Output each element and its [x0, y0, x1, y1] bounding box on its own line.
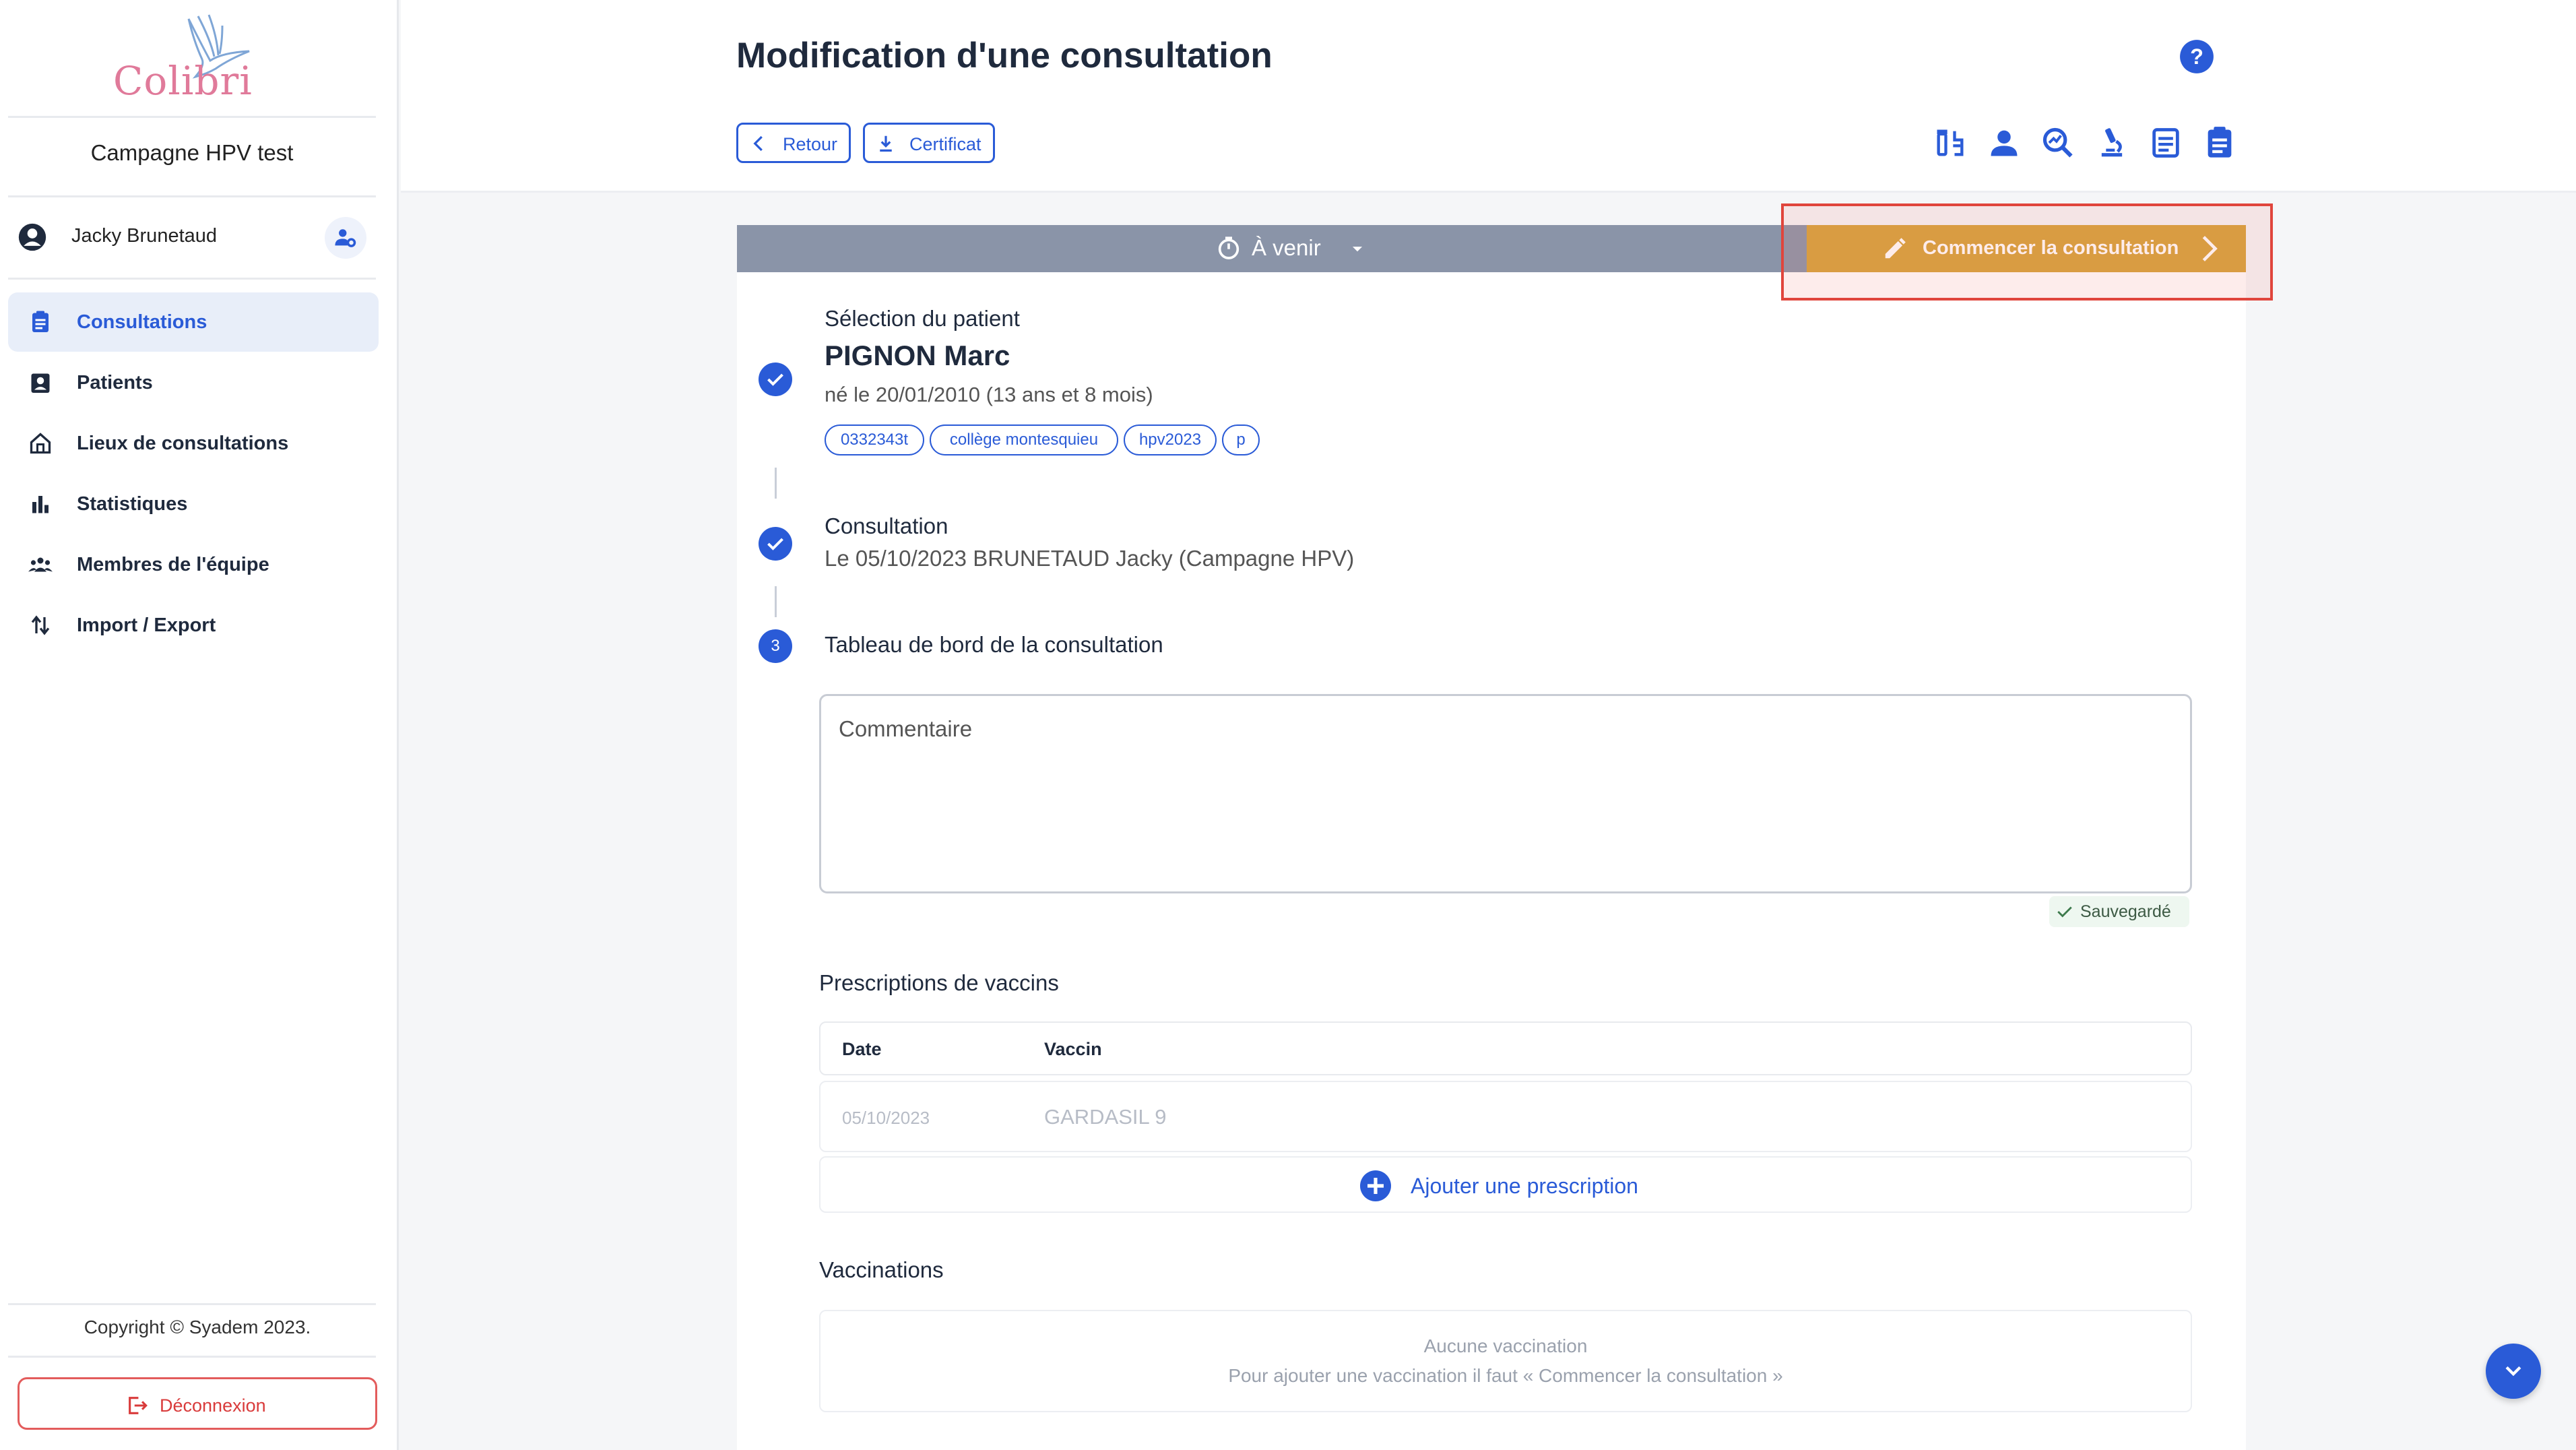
step-connector — [775, 586, 777, 617]
sidebar-item-label: Patients — [77, 372, 153, 393]
dashboard-step-title: Tableau de bord de la consultation — [825, 632, 1163, 657]
step-number: 3 — [771, 637, 780, 655]
sidebar-item-patients[interactable]: Patients — [8, 353, 379, 412]
document-icon[interactable] — [2148, 125, 2183, 160]
sidebar-item-import-export[interactable]: Import / Export — [8, 596, 379, 655]
consultation-detail: Le 05/10/2023 BRUNETAUD Jacky (Campagne … — [825, 546, 1355, 571]
column-date: Date — [842, 1039, 882, 1059]
step-number-badge: 3 — [759, 629, 792, 663]
team-icon — [28, 557, 53, 572]
search-analytics-icon[interactable] — [2040, 125, 2075, 160]
patient-birth: né le 20/01/2010 (13 ans et 8 mois) — [825, 383, 1153, 406]
sidebar: Colibri Campagne HPV test Jacky Brunetau… — [0, 0, 399, 1450]
sidebar-item-label: Membres de l'équipe — [77, 554, 269, 575]
add-prescription-label: Ajouter une prescription — [1411, 1174, 1638, 1198]
certificate-button[interactable]: Certificat — [863, 123, 995, 163]
add-circle-icon — [1360, 1170, 1391, 1201]
patient-tag: p — [1222, 424, 1260, 455]
comment-textarea[interactable]: Commentaire — [819, 694, 2192, 893]
certificate-label: Certificat — [909, 134, 981, 154]
vaccine-icon[interactable] — [1933, 125, 1968, 160]
patient-tag: 0332343t — [825, 424, 924, 455]
user-row: Jacky Brunetaud — [18, 217, 368, 259]
sidebar-item-consultations[interactable]: Consultations — [8, 292, 379, 352]
user-gear-icon — [335, 229, 356, 247]
prescription-vaccine: GARDASIL 9 — [1044, 1105, 1167, 1129]
campaign-name: Campagne HPV test — [90, 140, 294, 165]
svg-text:?: ? — [2190, 44, 2203, 69]
step-completed-badge — [759, 362, 792, 396]
sidebar-item-label: Statistiques — [77, 493, 188, 515]
logout-icon — [129, 1397, 148, 1414]
chevron-down-icon — [2505, 1366, 2521, 1377]
consultation-step-title: Consultation — [825, 513, 948, 538]
saved-badge: Sauvegardé — [2049, 896, 2189, 927]
divider — [8, 116, 376, 118]
colibri-logo[interactable]: Colibri — [108, 12, 269, 106]
step-completed-badge — [759, 527, 792, 561]
sidebar-item-statistiques[interactable]: Statistiques — [8, 474, 379, 534]
chevron-left-icon — [753, 135, 763, 152]
patient-tag: hpv2023 — [1124, 424, 1217, 455]
status-selector[interactable]: À venir — [737, 225, 1807, 272]
clipboard-icon — [32, 311, 49, 332]
patient-step-title: Sélection du patient — [825, 306, 1020, 331]
user-name: Jacky Brunetaud — [71, 225, 218, 247]
back-label: Retour — [783, 134, 838, 154]
check-icon — [2057, 906, 2072, 918]
consultation-card: À venir Commencer la consultation Sélect… — [737, 225, 2246, 1450]
patient-tag: collège montesquieu — [930, 424, 1118, 455]
divider — [8, 278, 376, 280]
sidebar-item-label: Import / Export — [77, 614, 216, 636]
logo-text: Colibri — [113, 58, 253, 104]
status-label: À venir — [1252, 235, 1321, 260]
prescription-date: 05/10/2023 — [842, 1108, 930, 1128]
timer-icon — [1218, 237, 1239, 259]
logout-button[interactable]: Déconnexion — [18, 1377, 377, 1430]
vaccinations-title: Vaccinations — [819, 1257, 944, 1282]
saved-label: Sauvegardé — [2080, 902, 2171, 921]
column-vaccine: Vaccin — [1044, 1039, 1102, 1059]
divider — [8, 1356, 376, 1358]
add-prescription-button[interactable]: Ajouter une prescription — [819, 1156, 2192, 1213]
check-icon — [767, 373, 783, 386]
back-button[interactable]: Retour — [736, 123, 851, 163]
divider — [8, 1303, 376, 1305]
help-icon[interactable]: ? — [2179, 39, 2214, 74]
sidebar-item-lieux[interactable]: Lieux de consultations — [8, 414, 379, 473]
prescriptions-title: Prescriptions de vaccins — [819, 970, 1059, 995]
check-icon — [767, 538, 783, 550]
comment-placeholder: Commentaire — [839, 716, 973, 741]
sidebar-nav: Consultations Patients Lieux de consulta… — [8, 292, 379, 656]
page-header: Modification d'une consultation ? Retour… — [401, 0, 2576, 193]
empty-hint: Pour ajouter une vaccination il faut « C… — [1228, 1365, 1783, 1386]
sidebar-item-equipe[interactable]: Membres de l'équipe — [8, 535, 379, 594]
patient-badge-icon — [31, 373, 50, 393]
prescriptions-table-header: Date Vaccin — [819, 1021, 2192, 1075]
caret-down-icon — [1352, 247, 1363, 252]
home-icon — [30, 433, 51, 454]
account-circle-icon — [18, 223, 46, 251]
person-icon[interactable] — [1987, 125, 2022, 160]
logout-label: Déconnexion — [160, 1395, 266, 1416]
divider — [8, 195, 376, 197]
sidebar-item-label: Lieux de consultations — [77, 433, 289, 454]
swap-arrows-icon — [31, 615, 50, 635]
highlight-box — [1781, 203, 2273, 301]
page-title: Modification d'une consultation — [736, 36, 1273, 75]
clipboard-list-icon[interactable] — [2202, 125, 2237, 160]
bar-chart-icon — [32, 496, 49, 513]
scroll-down-button[interactable] — [2486, 1344, 2541, 1399]
vaccinations-empty-state: Aucune vaccination Pour ajouter une vacc… — [819, 1310, 2192, 1412]
empty-title: Aucune vaccination — [1423, 1335, 1588, 1356]
download-icon — [880, 135, 892, 152]
sidebar-item-label: Consultations — [77, 311, 207, 333]
microscope-icon[interactable] — [2094, 125, 2129, 160]
user-settings-button[interactable] — [325, 217, 366, 259]
step-connector — [775, 468, 777, 499]
copyright: Copyright © Syadem 2023. — [84, 1317, 311, 1337]
table-row[interactable]: 05/10/2023 GARDASIL 9 — [819, 1081, 2192, 1152]
patient-name[interactable]: PIGNON Marc — [825, 340, 1010, 372]
